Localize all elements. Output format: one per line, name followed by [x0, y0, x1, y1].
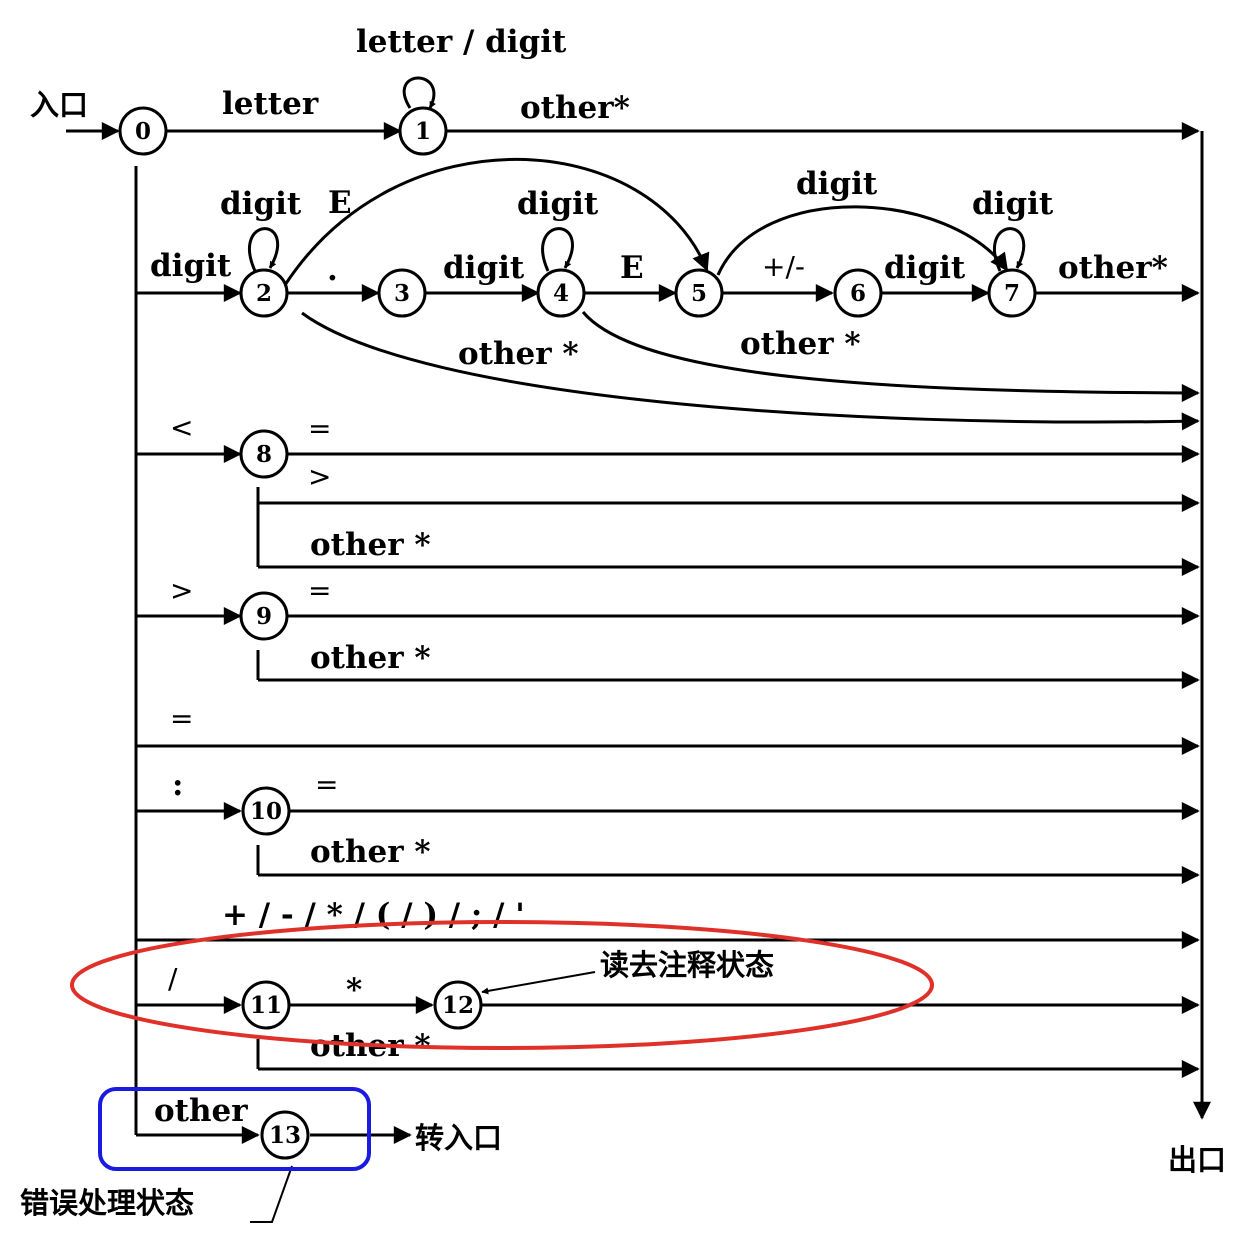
loop-2 — [248, 227, 279, 272]
state-2: 2 — [239, 268, 289, 318]
state-12: 12 — [433, 980, 483, 1030]
label-9-other: other * — [310, 640, 431, 676]
label-7-loop-digit: digit — [972, 186, 1054, 222]
svg-text:1: 1 — [415, 118, 431, 145]
state-5: 5 — [674, 268, 724, 318]
label-2-other: other * — [458, 336, 579, 372]
label-11-12-star: * — [346, 972, 362, 1008]
svg-text:10: 10 — [250, 798, 282, 825]
state-9: 9 — [239, 591, 289, 641]
svg-text:5: 5 — [691, 280, 707, 307]
svg-text:12: 12 — [442, 992, 474, 1019]
svg-text:9: 9 — [256, 603, 272, 630]
label-slash: / — [168, 962, 178, 995]
label-letter: letter — [222, 86, 319, 122]
label-2-5-E: E — [328, 185, 352, 221]
state-11: 11 — [241, 980, 291, 1030]
label-lt: < — [170, 411, 193, 444]
label-5-6-sign: +/- — [762, 250, 805, 283]
state-1: 1 — [398, 106, 448, 156]
svg-text:3: 3 — [394, 280, 410, 307]
entry-label: 入口 — [30, 88, 88, 122]
label-gt: > — [170, 574, 193, 607]
label-10-eq: = — [315, 768, 338, 801]
loop-7 — [993, 227, 1026, 272]
state-transition-diagram: 0 1 2 3 4 5 6 7 8 9 10 11 12 13 入口 lette… — [20, 24, 1226, 1223]
label-4-5-E: E — [620, 250, 644, 286]
label-5-7-digit: digit — [796, 166, 878, 202]
label-colon: : — [172, 767, 183, 803]
label-4-loop-digit: digit — [517, 186, 599, 222]
label-letter-digit: letter / digit — [356, 24, 567, 60]
error-state-label: 错误处理状态 — [20, 1186, 194, 1220]
label-7-other: other* — [1058, 250, 1168, 286]
loop-4 — [541, 227, 574, 272]
edge-labels: 入口 letter letter / digit other* digit E … — [20, 24, 1226, 1220]
label-2-loop-digit: digit — [220, 186, 302, 222]
state-10: 10 — [241, 786, 291, 836]
loop-1 — [402, 76, 436, 109]
svg-text:11: 11 — [250, 992, 282, 1019]
state-0: 0 — [118, 106, 168, 156]
state-4: 4 — [536, 268, 586, 318]
svg-text:13: 13 — [269, 1122, 301, 1149]
state-13: 13 — [260, 1110, 310, 1160]
comment-state-label: 读去注释状态 — [600, 948, 774, 982]
label-8-eq: = — [308, 412, 331, 445]
svg-text:8: 8 — [256, 441, 272, 468]
label-other: other — [154, 1093, 248, 1129]
label-2-3-dot: . — [327, 252, 338, 288]
state-7: 7 — [987, 268, 1037, 318]
label-3-4-digit: digit — [443, 250, 525, 286]
svg-text:7: 7 — [1004, 280, 1020, 307]
error-pointer — [250, 1165, 293, 1223]
label-10-other: other * — [310, 834, 431, 870]
state-6: 6 — [833, 268, 883, 318]
goto-entry-label: 转入口 — [415, 1121, 502, 1155]
comment-pointer — [481, 971, 596, 995]
label-8-other: other * — [310, 527, 431, 563]
svg-text:4: 4 — [553, 280, 569, 307]
edge-4-exit — [581, 311, 1200, 402]
label-4-other: other * — [740, 326, 861, 362]
svg-text:0: 0 — [135, 118, 151, 145]
label-6-7-digit: digit — [884, 250, 966, 286]
label-8-gt: > — [308, 460, 331, 493]
exit-label: 出口 — [1168, 1143, 1226, 1177]
label-1-other: other* — [520, 90, 630, 126]
state-3: 3 — [377, 268, 427, 318]
label-0-2-digit: digit — [150, 248, 232, 284]
svg-text:2: 2 — [256, 280, 272, 307]
label-eq: = — [170, 702, 193, 735]
state-8: 8 — [239, 429, 289, 479]
label-9-eq: = — [308, 574, 331, 607]
svg-text:6: 6 — [850, 280, 866, 307]
label-ops: + / - / * / ( / ) / ; / ' — [222, 897, 525, 933]
